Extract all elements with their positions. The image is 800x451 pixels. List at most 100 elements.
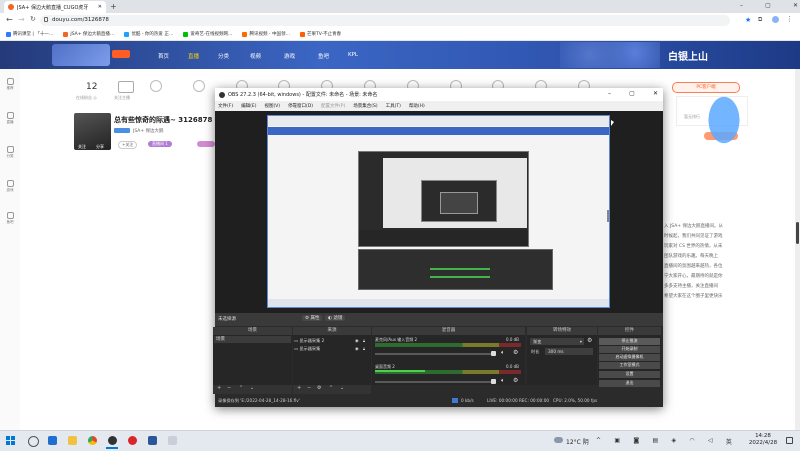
back-icon[interactable]: ← — [6, 15, 13, 24]
menu-tools[interactable]: 工具(T) — [386, 103, 401, 109]
chevron-up-icon[interactable]: ^ — [596, 437, 601, 446]
studio-mode-button[interactable]: 工作室模式 — [599, 362, 660, 369]
visibility-eye-icon[interactable]: ◉ — [355, 345, 359, 352]
filters-button[interactable]: ◐ 滤镜 — [325, 315, 346, 321]
app-gray-icon[interactable] — [168, 436, 177, 445]
volume-slider-handle[interactable] — [491, 351, 496, 356]
bookmark[interactable]: 芒果TV-不止青春 — [299, 31, 341, 37]
nav-yuba[interactable]: 鱼吧 — [318, 52, 329, 60]
source-item[interactable]: ▭ 显示器采集 ◉ 🔒︎ — [294, 345, 370, 352]
nav-video[interactable]: 视频 — [250, 52, 261, 60]
reload-icon[interactable]: ↻ — [30, 15, 36, 23]
volume-slider-handle[interactable] — [491, 379, 496, 384]
obs-close-icon[interactable]: ✕ — [653, 90, 658, 97]
transition-settings-icon[interactable]: ⚙ — [587, 337, 592, 344]
maximize-icon[interactable]: ▢ — [765, 2, 771, 9]
menu-profile[interactable]: 配置文件(P) — [321, 103, 345, 109]
follow-tag[interactable]: +关注 — [118, 141, 138, 149]
weather-text[interactable]: 12°C 阴 — [566, 437, 589, 446]
remove-icon[interactable]: − — [227, 385, 231, 391]
remove-icon[interactable]: − — [307, 385, 311, 391]
properties-button[interactable]: ⚙ 属性 — [302, 315, 323, 321]
tray-app-icon[interactable]: ◙ — [633, 437, 639, 446]
room-badge[interactable]: 直播间 1 — [148, 141, 172, 147]
move-down-icon[interactable]: ⌄ — [340, 385, 344, 391]
chrome-icon[interactable] — [88, 436, 97, 445]
speaker-icon[interactable]: 🔈︎ — [501, 349, 505, 357]
bookmark-star-icon[interactable]: ★ — [745, 16, 751, 24]
profile-icon[interactable] — [772, 16, 779, 23]
volume-slider[interactable] — [375, 381, 495, 383]
lock-toggle-icon[interactable]: 🔒︎ — [363, 345, 365, 352]
lock-toggle-icon[interactable]: 🔒︎ — [363, 337, 365, 344]
app-blue-icon[interactable] — [148, 436, 157, 445]
room-badge-2[interactable] — [197, 141, 215, 147]
nav-live[interactable]: 直播 — [188, 52, 199, 60]
visibility-eye-icon[interactable]: ◉ — [355, 337, 359, 344]
tray-app-icon[interactable]: ▤ — [652, 437, 658, 446]
tray-app-icon[interactable]: ▣ — [614, 437, 620, 446]
scene-item[interactable]: 场景 — [214, 336, 291, 343]
bookmark[interactable]: JSA+ 保边大鹅直播… — [63, 31, 114, 37]
move-down-icon[interactable]: ⌄ — [250, 385, 254, 391]
gift-icon[interactable] — [192, 80, 205, 92]
edge-icon[interactable] — [48, 436, 57, 445]
gift-icon[interactable] — [150, 80, 162, 92]
nav-home[interactable]: 首页 — [158, 52, 169, 60]
app-red-icon[interactable] — [128, 436, 137, 445]
menu-scene-collection[interactable]: 场景集合(S) — [353, 103, 377, 109]
tray-app-icon[interactable]: ◈ — [671, 437, 676, 446]
menu-icon[interactable]: ⋮ — [786, 15, 793, 23]
weather-icon[interactable] — [554, 437, 563, 443]
left-nav-item[interactable]: 分类 — [3, 146, 17, 159]
browser-tab[interactable]: JSA+ 保边大鹅直播_CUGO虎牙 ✕ — [4, 1, 106, 13]
exit-button[interactable]: 退出 — [599, 380, 660, 387]
minimize-icon[interactable]: – — [740, 2, 743, 9]
network-icon[interactable]: ◠ — [689, 437, 694, 446]
move-up-icon[interactable]: ⌃ — [239, 385, 243, 391]
clock[interactable]: 14:28 2022/4/28 — [746, 433, 780, 447]
bookmark[interactable]: 优酷 - 你的热爱 正… — [124, 31, 173, 37]
pc-client-button[interactable]: PC客户端 — [672, 82, 740, 93]
volume-slider[interactable] — [375, 353, 495, 355]
left-nav-item[interactable]: 游戏 — [3, 180, 17, 193]
volume-icon[interactable]: ◁ — [708, 437, 713, 446]
notification-icon[interactable] — [786, 437, 793, 444]
bookmark[interactable]: 腾讯视频 - 中国领… — [242, 31, 290, 37]
start-recording-button[interactable]: 开始录制 — [599, 346, 660, 353]
forward-icon[interactable]: → — [18, 15, 25, 24]
transition-select[interactable]: 渐变 ▾ — [530, 338, 584, 345]
preview-scrollbar[interactable] — [607, 210, 609, 222]
left-nav-item[interactable]: 推荐 — [3, 78, 17, 91]
obs-minimize-icon[interactable]: – — [608, 90, 611, 97]
ime-icon[interactable]: 英 — [726, 437, 732, 446]
douyu-logo[interactable] — [52, 44, 110, 66]
new-tab-button[interactable]: + — [110, 2, 117, 11]
windows-start-icon[interactable] — [6, 436, 15, 445]
add-icon[interactable]: + — [297, 385, 301, 391]
nav-category[interactable]: 分类 — [218, 52, 229, 60]
menu-file[interactable]: 文件(F) — [218, 103, 233, 109]
nav-kpl[interactable]: KPL — [348, 52, 358, 58]
bookmark[interactable]: 爱奇艺-在线视频网… — [183, 31, 232, 37]
settings-button[interactable]: 设置 — [599, 371, 660, 378]
source-settings-icon[interactable]: ⚙ — [317, 385, 321, 391]
close-tab-icon[interactable]: ✕ — [98, 4, 102, 10]
nav-game[interactable]: 游戏 — [284, 52, 295, 60]
streamer-name[interactable]: JSA+ 保边大鹅 — [133, 128, 164, 134]
virtual-camera-button[interactable]: 启动虚拟摄像机 — [599, 354, 660, 361]
add-icon[interactable]: + — [217, 385, 221, 391]
url-bar[interactable] — [40, 15, 730, 26]
menu-edit[interactable]: 编辑(E) — [241, 103, 256, 109]
menu-help[interactable]: 帮助(H) — [409, 103, 425, 109]
mixer-settings-icon[interactable]: ⚙ — [513, 349, 518, 356]
obs-taskbar-icon[interactable] — [108, 436, 117, 445]
extensions-icon[interactable]: ⧉ — [758, 16, 762, 24]
share-button[interactable]: 分享 — [96, 144, 104, 150]
page-scrollbar[interactable] — [795, 69, 800, 430]
file-explorer-icon[interactable] — [68, 436, 77, 445]
left-nav-item[interactable]: 直播 — [3, 112, 17, 125]
close-window-icon[interactable]: ✕ — [793, 2, 798, 9]
follow-stat-icon[interactable] — [118, 81, 134, 93]
left-nav-item[interactable]: 鱼吧 — [3, 212, 17, 225]
